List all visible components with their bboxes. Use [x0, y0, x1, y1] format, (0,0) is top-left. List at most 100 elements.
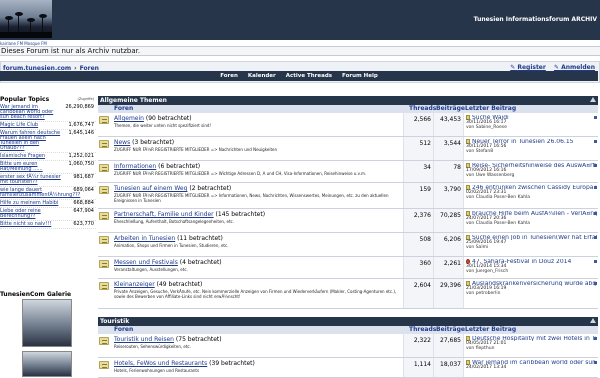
- popular-topic-link[interactable]: erster sex fÃ¼r tunesier mit touristen??: [0, 175, 62, 185]
- post-count: 6,206: [433, 233, 463, 256]
- login-link[interactable]: ✎ Anmelden: [554, 64, 595, 71]
- forum-viewers: (6 betrachtet): [158, 163, 201, 170]
- popular-topic-link[interactable]: wie lange dauert familienzusammenfÃ¼hrun…: [0, 188, 80, 198]
- thread-count: 360: [403, 257, 433, 278]
- forum-info: Hotels, FeWos und Restaurants (39 betrac…: [114, 360, 402, 373]
- forum-folder-icon: [99, 337, 109, 345]
- post-count: 70,285: [433, 209, 463, 232]
- thread-count: 2,376: [403, 209, 433, 232]
- last-post: brauche Hilfe beim AusfÃ¼llen - VerlÃ¤ng…: [463, 209, 598, 232]
- popular-topic-row: Bitte nicht so naiv!!! 623,770: [0, 221, 96, 229]
- go-to-last-post-icon[interactable]: [594, 282, 597, 285]
- column-header-forums: Foren: [114, 326, 134, 333]
- popular-topic-row: erster sex fÃ¼r tunesier mit touristen??…: [0, 174, 96, 187]
- popular-topic-row: wie lange dauert familienzusammenfÃ¼hrun…: [0, 187, 96, 200]
- gallery-title: TunesienCom Galerie: [0, 291, 72, 298]
- go-to-last-post-icon[interactable]: [594, 337, 597, 340]
- forum-folder-icon: [99, 164, 109, 172]
- thread-count: 159: [403, 183, 433, 208]
- forum-link[interactable]: Informationen: [114, 163, 156, 170]
- last-post-author: von petroberlin: [466, 291, 501, 296]
- forum-link[interactable]: Messen und Festivals: [114, 259, 178, 266]
- forum-description: Veranstaltungen, Ausstellungen, etc.: [114, 267, 188, 272]
- go-to-last-post-icon[interactable]: [594, 116, 597, 119]
- forum-link[interactable]: Arbeiten in Tunesien: [114, 235, 175, 242]
- forum-info: Informationen (6 betrachtet) ZUGRIFF NUR…: [114, 163, 402, 176]
- go-to-last-post-icon[interactable]: [594, 361, 597, 364]
- popular-topic-link[interactable]: Magic Life Club: [0, 123, 62, 128]
- forum-description: Private Anzeigen, Gesuche, VerkÃ¤ufe, et…: [114, 289, 397, 299]
- forum-viewers: (11 betrachtet): [177, 235, 223, 242]
- thread-count: 34: [403, 161, 433, 182]
- forum-info: Allgemein (90 betrachtet) Themen, die we…: [114, 115, 402, 128]
- forum-link[interactable]: Touristik und Reisen: [114, 336, 174, 343]
- topic-view-count: 647,904: [73, 208, 94, 214]
- navbar: Foren Kalender Active Threads Forum Help: [0, 71, 598, 81]
- last-post: Reise- Sicherheitshinweise des AuswÃ¤rti…: [463, 161, 598, 182]
- forum-link[interactable]: Allgemein: [114, 115, 144, 122]
- popular-topic-row: Bitte um euren Rat/Meinung ...... 1,060,7…: [0, 161, 96, 174]
- post-count: 18,037: [433, 358, 463, 377]
- column-header-posts: Beiträge: [436, 105, 465, 112]
- post-count: 3,790: [433, 183, 463, 208]
- go-to-last-post-icon[interactable]: [594, 164, 597, 167]
- popular-topic-link[interactable]: Liebe oder reine Berechnung??: [0, 209, 62, 219]
- forum-link[interactable]: News: [114, 139, 130, 146]
- forum-folder-icon: [99, 361, 109, 369]
- forum-row: Touristik und Reisen (75 betrachtet) Rei…: [98, 334, 598, 358]
- last-post: Neuer Terror in Tunesien 26.06.15 30/11/…: [463, 137, 598, 160]
- go-to-last-post-icon[interactable]: [594, 186, 597, 189]
- collapse-icon[interactable]: [590, 97, 596, 102]
- topic-view-count: 1,252,021: [68, 153, 94, 159]
- forum-info: News (3 betrachtet) ZUGRIFF NUR FÃ¼R REG…: [114, 139, 402, 152]
- forum-viewers: (145 betrachtet): [215, 211, 266, 218]
- column-header-posts: Beiträge: [436, 326, 465, 333]
- forum-section: Touristik Foren Threads Beiträge Letzter…: [98, 317, 598, 378]
- last-post-author: von Sabine_Roese: [466, 125, 507, 130]
- forum-row: Hotels, FeWos und Restaurants (39 betrac…: [98, 358, 598, 378]
- forum-folder-icon: [99, 140, 109, 148]
- column-header-threads: Threads: [409, 326, 437, 333]
- forum-viewers: (49 betrachtet): [156, 281, 203, 288]
- nav-forums[interactable]: Foren: [220, 71, 238, 81]
- topic-view-count: 623,770: [73, 221, 94, 227]
- popular-topic-link[interactable]: War jemand im caribbean world oder sun b…: [0, 105, 62, 120]
- forum-folder-icon: [99, 282, 109, 290]
- nav-forum-help[interactable]: Forum Help: [342, 71, 378, 81]
- column-header-last-post: Letzter Beitrag: [465, 105, 517, 112]
- post-count: 2,261: [433, 257, 463, 278]
- forum-viewers: (75 betrachtet): [175, 336, 222, 343]
- gallery-image[interactable]: [22, 299, 72, 347]
- sidebar: Popular Topics (Zugriffe) War jemand im …: [0, 96, 96, 229]
- forum-link[interactable]: Hotels, FeWos und Restaurants: [114, 360, 207, 367]
- popular-topic-link[interactable]: Bitte um euren Rat/Meinung ......: [0, 162, 62, 172]
- views-column-label: (Zugriffe): [77, 97, 94, 101]
- forum-link[interactable]: Partnerschaft, Familie und Kinder: [114, 211, 214, 218]
- forum-description: Themen, die weiter unten nicht spezifizi…: [114, 123, 212, 128]
- last-post-author: von Claudia Poser-Ben Kahla: [466, 221, 531, 226]
- last-post: 47. Sahara-Festival in Douz 2014 30/11/2…: [463, 257, 598, 278]
- register-link[interactable]: ✎ Register: [510, 64, 546, 71]
- nav-calendar[interactable]: Kalender: [248, 71, 276, 81]
- go-to-last-post-icon[interactable]: [594, 140, 597, 143]
- popular-topic-link[interactable]: Warum fahren deutsche Frauen allein nach…: [0, 131, 62, 151]
- site-logo[interactable]: [0, 0, 52, 38]
- forum-link[interactable]: Kleinanzeiger: [114, 281, 155, 288]
- collapse-icon[interactable]: [590, 318, 596, 323]
- forum-section: Allgemeine Themen Foren Threads Beiträge…: [98, 96, 598, 309]
- popular-topic-link[interactable]: Hilfe zu meinem Habibi: [0, 201, 62, 206]
- nav-active-threads[interactable]: Active Threads: [286, 71, 332, 81]
- forum-viewers: (2 betrachtet): [189, 185, 232, 192]
- forum-description: ZUGRIFF NUR FÃ¼R REGISTRIERTE MITGLIEDER…: [114, 147, 278, 152]
- thread-count: 512: [403, 137, 433, 160]
- go-to-last-post-icon[interactable]: [594, 260, 597, 263]
- topic-view-count: 1,645,146: [68, 130, 94, 136]
- column-header-row: Foren Threads Beiträge Letzter Beitrag: [98, 105, 598, 113]
- forum-link[interactable]: Tunesien auf einem Weg: [114, 185, 187, 192]
- gallery-image[interactable]: [22, 351, 72, 377]
- go-to-last-post-icon[interactable]: [594, 212, 597, 215]
- popular-topic-link[interactable]: Islamische Fragen: [0, 154, 62, 159]
- go-to-last-post-icon[interactable]: [594, 236, 597, 239]
- popular-topic-link[interactable]: Bitte nicht so naiv!!!: [0, 222, 62, 227]
- last-post-author: von Salmi: [466, 245, 489, 250]
